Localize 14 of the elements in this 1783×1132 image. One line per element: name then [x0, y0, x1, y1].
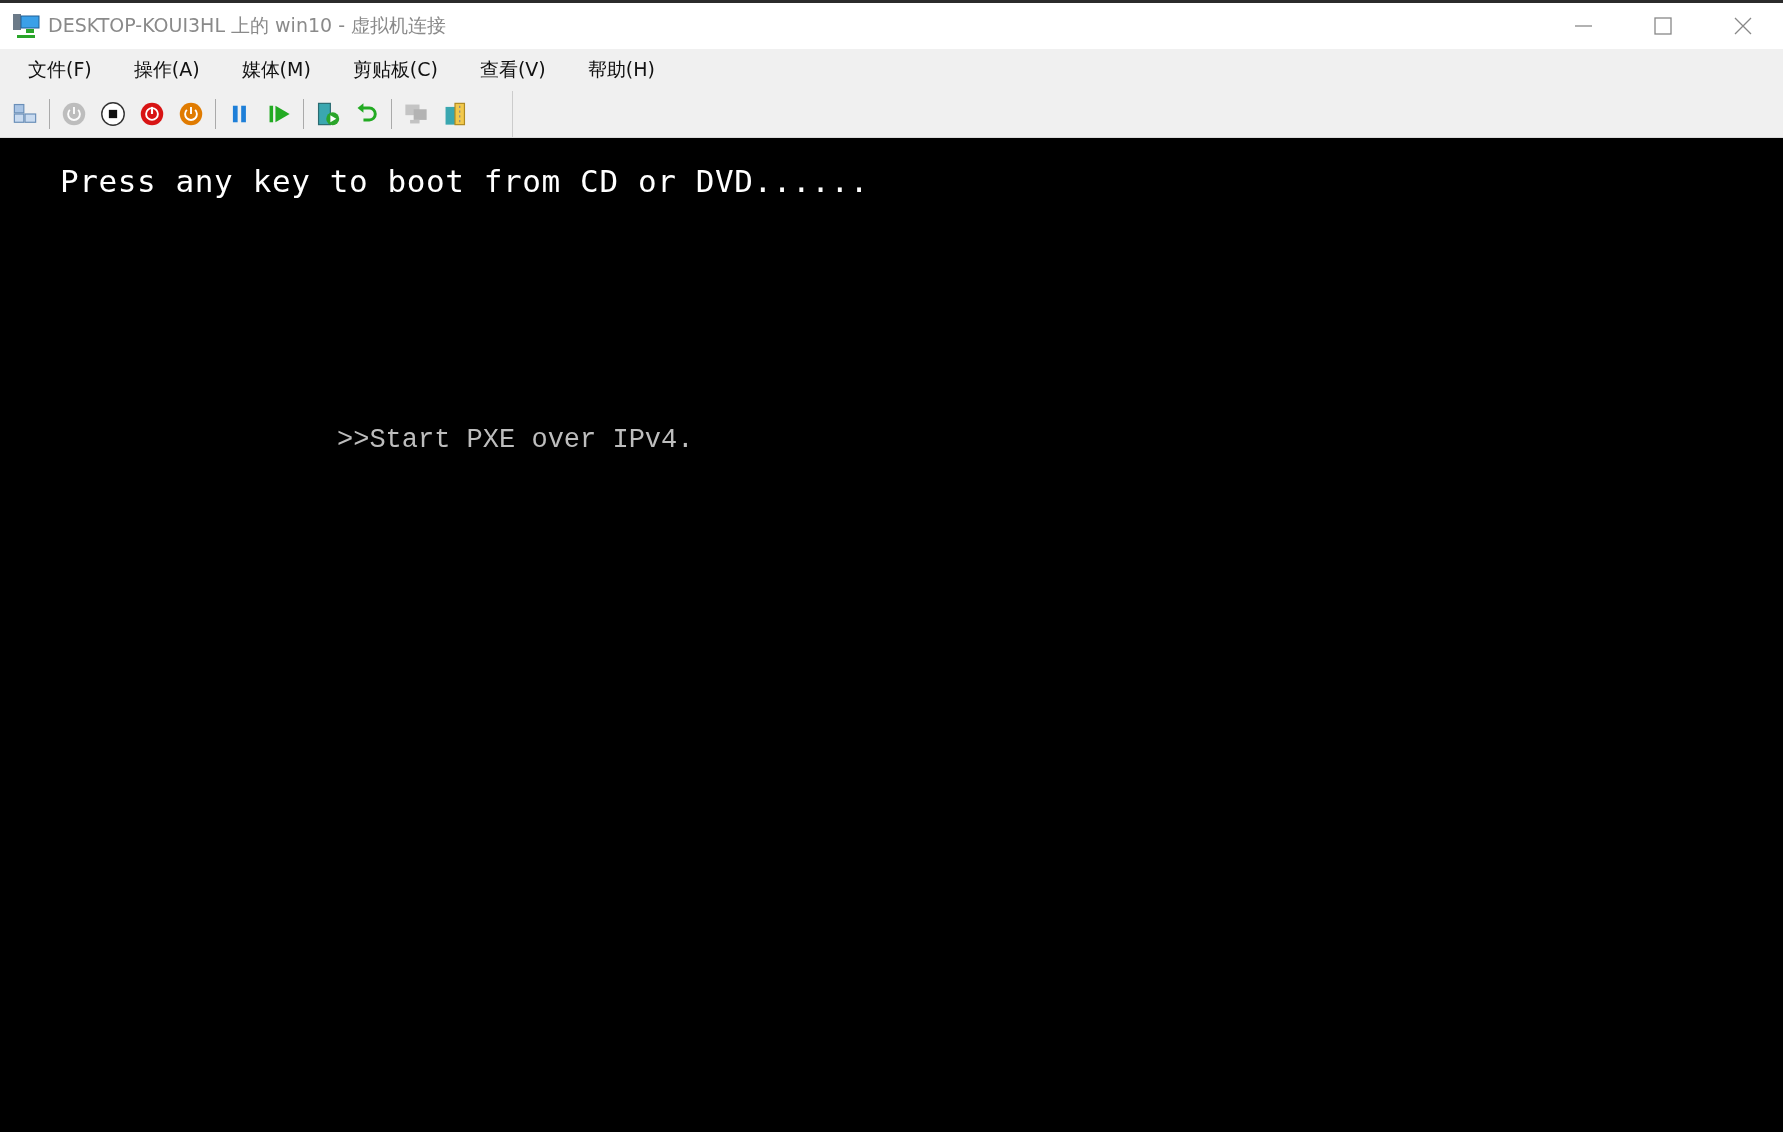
power-icon[interactable]: [178, 101, 204, 127]
menu-item[interactable]: 操作(A): [121, 53, 212, 87]
menu-item[interactable]: 查看(V): [467, 53, 558, 87]
computer-icon: [12, 13, 40, 39]
menu-item[interactable]: 帮助(H): [575, 53, 667, 87]
menu-item[interactable]: 媒体(M): [229, 53, 323, 87]
window-title: DESKTOP-KOUI3HL 上的 win10 - 虚拟机连接: [48, 13, 448, 38]
power-icon[interactable]: [139, 101, 165, 127]
menu-item[interactable]: 文件(F): [16, 53, 104, 87]
menu-item[interactable]: 剪贴板(C): [340, 53, 450, 87]
console-text: >>Start PXE over IPv4.: [337, 425, 694, 455]
server-icon[interactable]: [315, 101, 341, 127]
console-text: Press any key to boot from CD or DVD......: [60, 163, 870, 199]
stop-icon[interactable]: [100, 101, 126, 127]
